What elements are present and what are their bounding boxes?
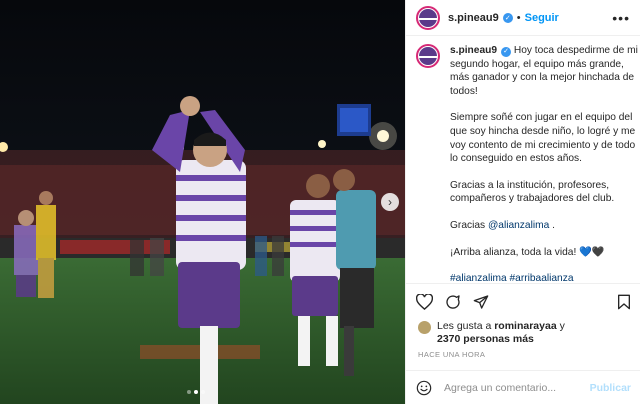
username-link[interactable]: s.pineau9 xyxy=(448,12,499,24)
bookmark-icon[interactable] xyxy=(617,294,631,310)
verified-icon: ✓ xyxy=(501,46,511,57)
heart-icon[interactable] xyxy=(416,293,433,310)
post-actions xyxy=(406,283,640,319)
caption-paragraph: ¡Arriba alianza, toda la vida! 💙🖤 xyxy=(450,246,605,258)
share-icon[interactable] xyxy=(473,294,489,310)
caption-paragraph: Siempre soñé con jugar en el equipo del … xyxy=(450,112,636,165)
comment-icon[interactable] xyxy=(445,294,461,310)
stadium-scene xyxy=(0,0,405,404)
avatar[interactable] xyxy=(416,5,440,30)
caption-text: Gracias xyxy=(450,219,488,231)
caption-username[interactable]: s.pineau9 xyxy=(450,45,497,56)
carousel-next-button[interactable]: › xyxy=(381,193,399,211)
separator-dot: • xyxy=(516,11,521,24)
comment-input[interactable] xyxy=(444,381,584,394)
post-header: s.pineau9 ✓ • Seguir ••• xyxy=(406,0,640,36)
caption-paragraph: Gracias a la institución, profesores, co… xyxy=(450,179,615,205)
publish-button[interactable]: Publicar xyxy=(590,382,631,394)
carousel-dot xyxy=(187,390,191,394)
chevron-right-icon: › xyxy=(388,195,392,209)
hashtag-link[interactable]: #arribaalianza xyxy=(509,273,573,282)
more-icon[interactable]: ••• xyxy=(612,10,630,26)
liker-avatar xyxy=(418,321,431,334)
hashtag-link[interactable]: #alianzalima xyxy=(450,273,507,282)
carousel-dot xyxy=(201,390,205,394)
likes-prefix: Les gusta a xyxy=(437,320,495,332)
post-photo[interactable]: › xyxy=(0,0,405,404)
mention-link[interactable]: @alianzalima xyxy=(488,220,549,231)
emoji-icon[interactable] xyxy=(416,380,432,396)
caption-text: . xyxy=(549,219,555,231)
carousel-indicator xyxy=(187,390,205,394)
liker-username[interactable]: rominarayaa xyxy=(494,320,556,332)
caption-avatar[interactable] xyxy=(416,44,440,68)
comment-bar: Publicar xyxy=(406,370,640,404)
likes-count[interactable]: 2370 personas más xyxy=(437,333,534,345)
likes-mid: y xyxy=(556,320,565,332)
post-caption: s.pineau9 ✓ Hoy toca despedirme de mi seg… xyxy=(416,44,638,282)
post-timestamp: HACE UNA HORA xyxy=(418,350,486,359)
verified-icon: ✓ xyxy=(502,12,513,23)
carousel-dot-active xyxy=(194,390,198,394)
follow-button[interactable]: Seguir xyxy=(525,12,559,24)
post-panel: s.pineau9 ✓ • Seguir ••• s.pineau9 ✓ Hoy … xyxy=(405,0,640,404)
likes-summary[interactable]: Les gusta a rominarayaa y 2370 personas … xyxy=(418,320,633,346)
